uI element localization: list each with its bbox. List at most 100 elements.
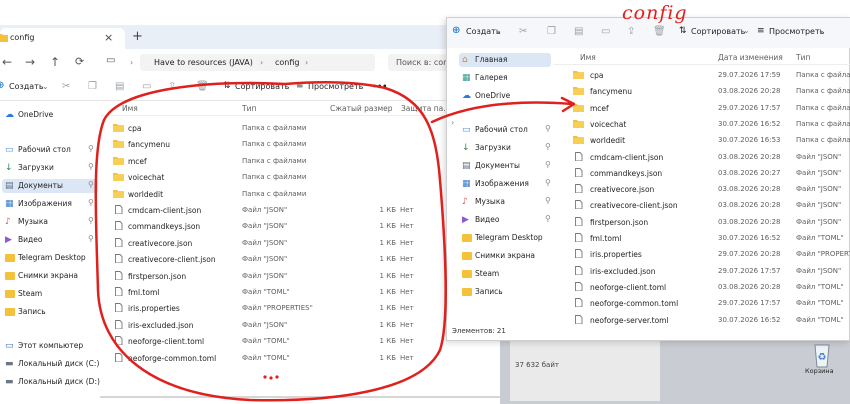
sidebar-item-label: Рабочий стол	[475, 125, 528, 134]
table-row[interactable]: voicechat Папка с файлами	[100, 169, 500, 185]
cut-icon[interactable]: ✂	[519, 26, 527, 37]
column-name[interactable]: Имя	[122, 104, 138, 113]
sidebar-item[interactable]: ▦ Изображения ⚲	[2, 197, 98, 211]
table-row[interactable]: neoforge-client.toml Файл "TOML" 1 КБ Нет	[100, 333, 500, 349]
sidebar-item[interactable]: ▦ Изображения ⚲	[459, 177, 551, 191]
view-button[interactable]: Просмотреть	[769, 27, 824, 36]
file-date: 03.08.2026 20:27	[718, 168, 781, 177]
table-row[interactable]: creativecore-client.json 03.08.2026 20:28…	[553, 197, 850, 213]
sort-button[interactable]: Сортировать	[691, 27, 745, 36]
delete-icon[interactable]: 🗑	[196, 81, 209, 92]
new-tab-icon[interactable]: +	[132, 29, 143, 44]
sidebar-item[interactable]: ▬ Локальный диск (C:)	[2, 357, 99, 371]
breadcrumb[interactable]: › Have to resources (JAVA) › config ›	[130, 54, 375, 71]
table-row[interactable]: creativecore.json Файл "JSON" 1 КБ Нет	[100, 235, 500, 251]
table-row[interactable]: iris-excluded.json 29.07.2026 17:57 Файл "…	[553, 263, 850, 279]
table-row[interactable]: neoforge-common.toml 29.07.2026 17:57 Файл…	[553, 295, 850, 311]
table-row[interactable]: cpa Папка с файлами	[100, 120, 500, 136]
column-type[interactable]: Тип	[242, 104, 256, 113]
table-row[interactable]: cpa 29.07.2026 17:59 Папка с файлами	[553, 67, 850, 83]
sidebar-item[interactable]: ☁ OneDrive	[2, 108, 98, 122]
column-type[interactable]: Тип	[796, 53, 810, 62]
table-row[interactable]: cmdcam-client.json 03.08.2026 20:28 Файл "…	[553, 149, 850, 165]
share-icon[interactable]: ⇪	[168, 81, 176, 92]
sidebar-item[interactable]: ♪ Музыка ⚲	[2, 215, 98, 229]
sidebar-item[interactable]: Telegram Desktop	[2, 251, 98, 265]
copy-icon[interactable]: ❐	[547, 26, 556, 37]
table-row[interactable]: iris.properties Файл "PROPERTIES" 1 КБ Нет	[100, 300, 500, 316]
delete-icon[interactable]: 🗑	[653, 26, 666, 37]
table-row[interactable]: fancymenu Папка с файлами	[100, 136, 500, 152]
close-icon[interactable]: ×	[104, 31, 113, 44]
table-row[interactable]: neoforge-client.toml 03.08.2026 20:28 Файл…	[553, 279, 850, 295]
breadcrumb-item[interactable]: Have to resources (JAVA)	[154, 58, 253, 67]
column-protected[interactable]: Защита па...	[401, 104, 450, 113]
share-icon[interactable]: ⇪	[627, 26, 635, 37]
table-row[interactable]: firstperson.json 03.08.2026 20:28 Файл "JS…	[553, 214, 850, 230]
table-row[interactable]: commandkeys.json Файл "JSON" 1 КБ Нет	[100, 218, 500, 234]
horizontal-scrollbar[interactable]	[100, 396, 500, 398]
table-row[interactable]: mcef Папка с файлами	[100, 153, 500, 169]
table-row[interactable]: worldedit 30.07.2026 16:53 Папка с файлами	[553, 132, 850, 148]
sidebar-item[interactable]: ↓ Загрузки ⚲	[2, 161, 98, 175]
table-row[interactable]: commandkeys.json 03.08.2026 20:27 Файл "JS…	[553, 165, 850, 181]
sidebar-item[interactable]: ▤ Документы ⚲	[2, 179, 98, 193]
sidebar-item[interactable]: Telegram Desktop	[459, 231, 551, 245]
create-button[interactable]: Создать	[9, 82, 44, 91]
table-row[interactable]: fml.toml 30.07.2026 16:52 Файл "TOML"	[553, 230, 850, 246]
column-name[interactable]: Имя	[580, 53, 596, 62]
sidebar-item[interactable]: ☁ OneDrive	[459, 89, 551, 103]
back-icon[interactable]: ←	[2, 55, 12, 69]
column-size[interactable]: Сжатый размер	[330, 104, 393, 113]
table-row[interactable]: creativecore-client.json Файл "JSON" 1 КБ Н…	[100, 251, 500, 267]
sidebar-item[interactable]: ♪ Музыка ⚲	[459, 195, 551, 209]
table-row[interactable]: creativecore.json 03.08.2026 20:28 Файл "J…	[553, 181, 850, 197]
more-button[interactable]: •••	[372, 82, 387, 91]
tab-config[interactable]: config ×	[0, 28, 125, 49]
sidebar-item[interactable]: ▤ Документы ⚲	[459, 159, 551, 173]
rename-icon[interactable]: ▭	[601, 26, 610, 37]
file-protected: Нет	[400, 353, 414, 362]
sidebar-item-label: Запись	[475, 287, 503, 296]
sidebar-item[interactable]: Steam	[459, 267, 551, 281]
table-row[interactable]: neoforge-server.toml 30.07.2026 16:52 Файл…	[553, 312, 850, 328]
sort-button[interactable]: Сортировать	[235, 82, 289, 91]
sidebar-item[interactable]: Снимки экрана	[2, 269, 98, 283]
paste-icon[interactable]: ▤	[115, 81, 124, 92]
table-row[interactable]: voicechat 30.07.2026 16:52 Папка с файлами	[553, 116, 850, 132]
copy-icon[interactable]: ❐	[88, 81, 97, 92]
sidebar-item[interactable]: Steam	[2, 287, 98, 301]
breadcrumb-item[interactable]: config	[275, 58, 299, 67]
table-row[interactable]: neoforge-common.toml Файл "TOML" 1 КБ Нет	[100, 350, 500, 366]
up-icon[interactable]: ↑	[50, 55, 60, 69]
table-row[interactable]: worldedit Папка с файлами	[100, 186, 500, 202]
refresh-icon[interactable]: ⟳	[75, 55, 84, 68]
view-button[interactable]: Просмотреть	[308, 82, 363, 91]
chevron-right-icon[interactable]: ›	[451, 118, 454, 127]
rename-icon[interactable]: ▭	[142, 81, 151, 92]
sidebar-item[interactable]: ▭ Рабочий стол ⚲	[2, 143, 98, 157]
paste-icon[interactable]: ▤	[574, 26, 583, 37]
sidebar-item[interactable]: ▶ Видео ⚲	[459, 213, 551, 227]
table-row[interactable]: fancymenu 03.08.2026 20:28 Папка с файлами	[553, 83, 850, 99]
table-row[interactable]: iris.properties 29.07.2026 20:28 Файл "PRO…	[553, 246, 850, 262]
table-row[interactable]: cmdcam-client.json Файл "JSON" 1 КБ Нет	[100, 202, 500, 218]
forward-icon[interactable]: →	[25, 55, 35, 69]
sidebar-item[interactable]: Снимки экрана	[459, 249, 551, 263]
sidebar-item[interactable]: Запись	[2, 305, 98, 319]
column-date[interactable]: Дата изменения	[718, 53, 783, 62]
table-row[interactable]: firstperson.json Файл "JSON" 1 КБ Нет	[100, 268, 500, 284]
table-row[interactable]: mcef 29.07.2026 17:57 Папка с файлами	[553, 100, 850, 116]
sidebar-item[interactable]: ▶ Видео ⚲	[2, 233, 98, 247]
sidebar-item[interactable]: ⌂ Главная	[459, 53, 551, 67]
sidebar-item[interactable]: ▭ Этот компьютер	[2, 339, 98, 353]
cut-icon[interactable]: ✂	[62, 81, 70, 92]
sidebar-item[interactable]: ↓ Загрузки ⚲	[459, 141, 551, 155]
sidebar-item[interactable]: ▬ Локальный диск (D:)	[2, 375, 100, 389]
sidebar-item[interactable]: ▦ Галерея	[459, 71, 551, 85]
sidebar-item[interactable]: ▭ Рабочий стол ⚲	[459, 123, 551, 137]
table-row[interactable]: fml.toml Файл "TOML" 1 КБ Нет	[100, 284, 500, 300]
table-row[interactable]: iris-excluded.json Файл "JSON" 1 КБ Нет	[100, 317, 500, 333]
recycle-bin-icon[interactable]: ♻ Корзина	[805, 341, 839, 379]
sidebar-item[interactable]: Запись	[459, 285, 551, 299]
